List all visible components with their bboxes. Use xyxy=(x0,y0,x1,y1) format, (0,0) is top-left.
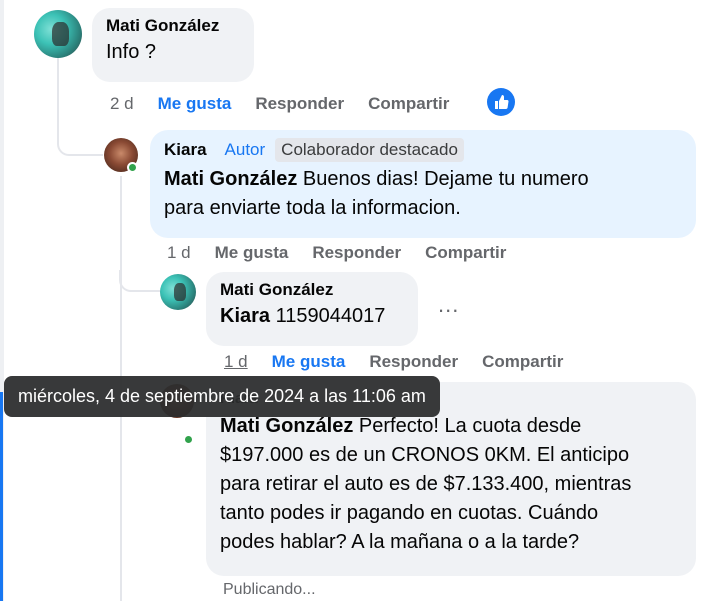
comment-bubble-2: Kiara Autor Colaborador destacado Mati G… xyxy=(150,130,696,238)
collaborator-badge[interactable]: Colaborador destacado xyxy=(275,138,464,162)
comment-bubble-1: Mati González Info ? xyxy=(92,8,254,82)
comment-text-line: $197.000 es de un CRONOS 0KM. El anticip… xyxy=(220,444,630,466)
avatar-mati[interactable] xyxy=(160,274,196,310)
like-reaction-icon[interactable] xyxy=(487,88,515,116)
comment-text-line: para retirar el auto es de $7.133.400, m… xyxy=(220,473,632,495)
reply-button[interactable]: Responder xyxy=(312,243,401,263)
comment-text: Mati González Perfecto! La cuota desde $… xyxy=(220,412,682,557)
reply-button[interactable]: Responder xyxy=(369,352,458,372)
comment-time[interactable]: 1 d xyxy=(167,243,191,263)
comment-text: Mati González Buenos dias! Dejame tu num… xyxy=(164,165,682,223)
comment-author[interactable]: Kiara xyxy=(164,140,207,160)
posting-status: Publicando... xyxy=(223,581,316,598)
comment-actions-1: 2 d Me gusta Responder Compartir xyxy=(110,94,473,114)
comment-text-line: tanto podes ir pagando en cuotas. Cuándo xyxy=(220,502,599,524)
author-badge: Autor xyxy=(224,140,266,159)
online-status-icon xyxy=(127,162,138,173)
comment-text-line: Buenos dias! Dejame tu numero xyxy=(297,168,589,190)
reply-button[interactable]: Responder xyxy=(255,94,344,114)
comment-text: Kiara 1159044017 xyxy=(220,302,404,331)
comment-text-line: para enviarte toda la informacion. xyxy=(164,197,461,219)
share-button[interactable]: Compartir xyxy=(368,94,449,114)
comment-time[interactable]: 2 d xyxy=(110,94,134,114)
share-button[interactable]: Compartir xyxy=(425,243,506,263)
like-button[interactable]: Me gusta xyxy=(158,94,232,114)
comment-bubble-3: Mati González Kiara 1159044017 xyxy=(206,272,418,346)
avatar-mati[interactable] xyxy=(34,10,82,58)
more-options-icon[interactable]: ... xyxy=(438,292,459,318)
like-button[interactable]: Me gusta xyxy=(272,352,346,372)
comment-actions-3: 1 d Me gusta Responder Compartir xyxy=(224,352,587,372)
like-button[interactable]: Me gusta xyxy=(215,243,289,263)
mention-link[interactable]: Mati González xyxy=(164,168,297,190)
comment-time[interactable]: 1 d xyxy=(224,352,248,372)
online-status-icon xyxy=(183,434,194,445)
mention-link[interactable]: Mati González xyxy=(220,415,353,437)
comment-text: Info ? xyxy=(106,41,157,63)
active-reply-indicator xyxy=(0,392,3,601)
comment-text-line: podes hablar? A la mañana o a la tarde? xyxy=(220,531,580,553)
comment-actions-2: 1 d Me gusta Responder Compartir xyxy=(167,243,530,263)
thread-connector-2 xyxy=(119,270,161,292)
comment-author[interactable]: Mati González xyxy=(220,280,404,300)
comment-author[interactable]: Mati González xyxy=(106,16,240,36)
comment-text-line: Perfecto! La cuota desde xyxy=(353,415,582,437)
mention-link[interactable]: Kiara xyxy=(220,305,270,327)
comment-text-line: 1159044017 xyxy=(270,305,386,327)
share-button[interactable]: Compartir xyxy=(482,352,563,372)
timestamp-tooltip: miércoles, 4 de septiembre de 2024 a las… xyxy=(4,376,440,417)
